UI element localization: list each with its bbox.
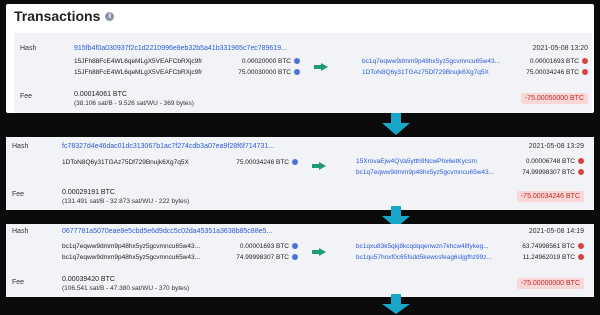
fee-rate: (131.491 sat/B - 32.873 sat/WU - 222 byt…: [62, 198, 190, 205]
globe-icon[interactable]: [294, 58, 300, 65]
fee-amount: 0.00039420 BTC: [62, 276, 115, 283]
globe-icon[interactable]: [292, 159, 298, 166]
fee-amount: 0.00029191 BTC: [62, 189, 115, 196]
globe-icon[interactable]: [294, 69, 300, 76]
transaction-row: Hash 0677781a5070eae8e5cbd5e6d9dcc5c02da…: [6, 224, 594, 297]
input-address[interactable]: 1DToN8Q6y31TGAz75Df729Bnujk6Xg7q5X: [62, 159, 189, 166]
tx-hash-link[interactable]: fc78327d4e46dac01dc313067b1ac7f274cdb3a0…: [62, 143, 274, 150]
input-amount: 75.00030000 BTC: [214, 69, 300, 76]
hash-label: Hash: [12, 228, 29, 235]
input-amount: 74.99998307 BTC: [206, 254, 298, 261]
tx-hash-link[interactable]: 0677781a5070eae8e5cbd5e6d9dcc5c02da45351…: [62, 228, 272, 235]
input-address[interactable]: bc1q7eqww9dmm9p48hx5yz5gcvmncu65w43...: [62, 243, 200, 250]
globe-icon[interactable]: [292, 254, 298, 261]
globe-icon[interactable]: [292, 243, 298, 250]
output-address[interactable]: bc1q7eqww9dmm9p48hx5yz5gcvmncu65w43...: [362, 58, 500, 65]
fee-label: Fee: [12, 191, 25, 198]
input-address[interactable]: 15JFh88FcE4WL6qeMLgX5VEAFCbRXjc9fr: [74, 58, 202, 65]
tx-date: 2021-05-08 13:20: [532, 45, 588, 52]
arrow-down-icon: [382, 294, 410, 315]
output-amount: 63.74998561 BTC: [522, 243, 584, 250]
output-address[interactable]: bc1qu57hnxf0c65fsdd5kewcsfeag6sljgfhz99z…: [356, 254, 492, 261]
output-address[interactable]: bc1q7eqww9dmm9p48hx5yz5gcvmncu65w43...: [356, 169, 494, 176]
output-amount: 0.00001693 BTC: [530, 58, 588, 65]
globe-icon[interactable]: [582, 58, 588, 65]
hash-label: Hash: [20, 45, 37, 52]
globe-icon[interactable]: [578, 158, 584, 165]
globe-icon[interactable]: [582, 69, 588, 76]
globe-icon[interactable]: [578, 243, 584, 250]
globe-icon[interactable]: [578, 169, 584, 176]
input-amount: 0.00020000 BTC: [214, 58, 300, 65]
tx-total-badge: -75.00050000 BTC: [520, 93, 588, 104]
output-amount: 0.00006748 BTC: [526, 158, 584, 165]
input-address[interactable]: 15JFh88FcE4WL6qeMLgX5VEAFCbRXjc9fr: [74, 69, 202, 76]
fee-label: Fee: [12, 279, 25, 286]
output-address[interactable]: 1DToN8Q6y31TGAz75Df729Bnujk6Xg7q5X: [362, 69, 489, 76]
fee-label: Fee: [20, 93, 33, 100]
tx-total-badge: -75.00000000 BTC: [516, 278, 584, 289]
output-address[interactable]: bc1qxu83k5qkj8kcqdqqenwzn7khcw4llfykeg..…: [356, 243, 489, 250]
output-amount: 11.24962019 BTC: [523, 254, 584, 261]
arrow-right-icon: [314, 63, 328, 71]
transaction-row: Hash 915fb4f0a030937f2c1d2210996e8eb32b5…: [14, 33, 592, 113]
page-title: Transactions i: [14, 8, 115, 24]
tx-date: 2021-05-08 14:19: [528, 228, 584, 235]
info-icon[interactable]: i: [105, 11, 115, 21]
arrow-right-icon: [312, 248, 326, 256]
fee-rate: (106.541 sat/B - 47.380 sat/WU - 370 byt…: [62, 285, 190, 292]
transaction-row: Hash fc78327d4e46dac01dc313067b1ac7f274c…: [6, 137, 594, 210]
tx-date: 2021-05-08 13:29: [528, 143, 584, 150]
input-amount: 0.00001693 BTC: [206, 243, 298, 250]
hash-label: Hash: [12, 143, 29, 150]
input-address[interactable]: bc1q7eqww9dmm9p48hx5yz5gcvmncu65w43...: [62, 254, 200, 261]
transactions-card: Transactions i Hash 915fb4f0a030937f2c1d…: [6, 4, 594, 113]
input-amount: 75.00034246 BTC: [206, 159, 298, 166]
output-amount: 75.00034246 BTC: [526, 69, 588, 76]
tx-hash-link[interactable]: 915fb4f0a030937f2c1d2210996e8eb32b5a41b3…: [74, 45, 287, 52]
output-amount: 74.99998307 BTC: [522, 169, 584, 176]
globe-icon[interactable]: [578, 254, 584, 261]
fee-rate: (38.106 sat/B - 9.526 sat/WU - 369 bytes…: [74, 100, 194, 107]
fee-amount: 0.00014061 BTC: [74, 91, 127, 98]
arrow-right-icon: [312, 162, 326, 170]
tx-total-badge: -75.00034246 BTC: [516, 191, 584, 202]
arrow-down-icon: [382, 113, 410, 135]
output-address[interactable]: 15XrovaEjw4QVa5ytth9NcwPhx6etKycsm: [356, 158, 477, 165]
